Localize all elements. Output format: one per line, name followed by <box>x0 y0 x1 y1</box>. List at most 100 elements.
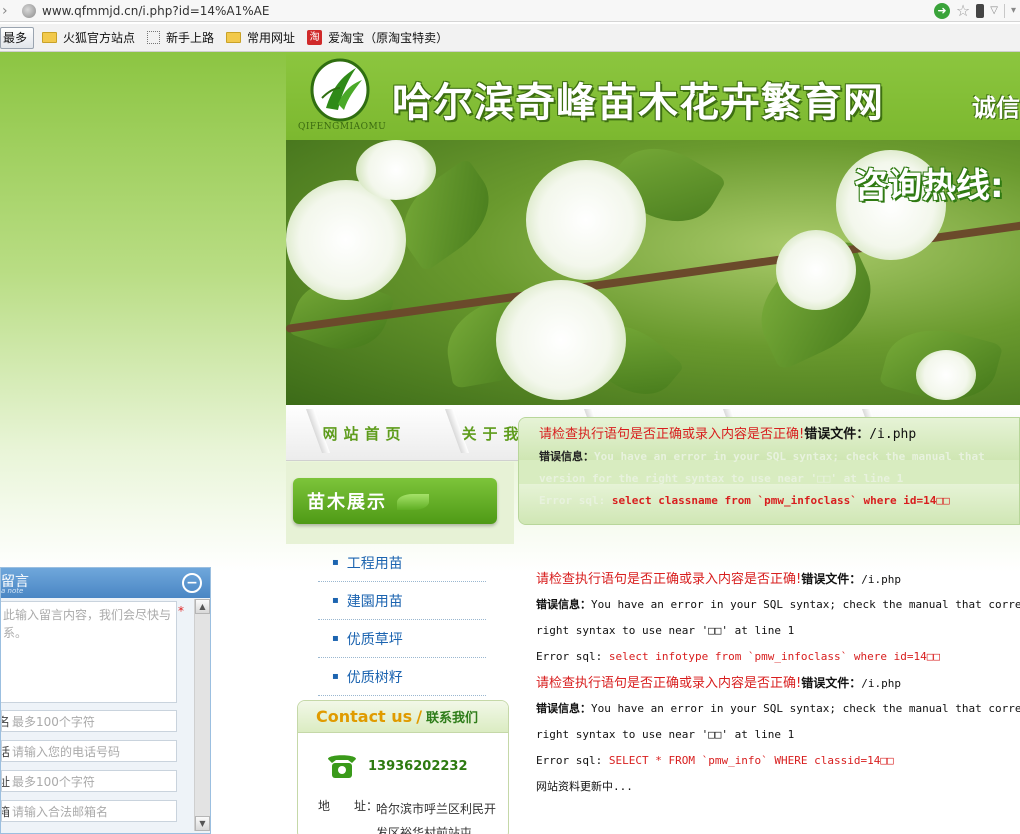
category-title: 苗木展示 <box>293 478 497 524</box>
bullet-icon: ▪ <box>332 633 339 644</box>
error-info-label: 错误信息： <box>536 598 591 611</box>
error-title: 请检查执行语句是否正确或录入内容是否正确!错误文件：/i.php <box>539 424 1019 446</box>
bullet-icon: ▪ <box>332 595 339 606</box>
error-info-cont: version for the right syntax to use near… <box>539 468 1019 490</box>
error-title: 请检查执行语句是否正确或录入内容是否正确!错误文件：/i.php <box>536 566 1020 592</box>
phone-device-icon[interactable] <box>976 3 985 18</box>
category-item[interactable]: ▪ 建園用苗 <box>318 582 486 620</box>
error-info-text: You have an error in your SQL syntax; ch… <box>591 702 1020 715</box>
error-file-label: 错误文件： <box>801 676 862 690</box>
error-title-text: 请检查执行语句是否正确或录入内容是否正确! <box>539 427 805 442</box>
error-sql: Error sql: select classname from `pmw_in… <box>539 490 1019 512</box>
error-sql-text: SELECT * FROM `pmw_info` WHERE classid=1… <box>608 754 894 767</box>
bookmark-label: 最多 <box>3 31 28 45</box>
chevron-down-icon[interactable]: ▾ <box>1011 5 1016 16</box>
field-label: 话 <box>2 744 10 759</box>
error-file: /i.php <box>869 427 917 442</box>
star-icon[interactable]: ☆ <box>956 1 970 20</box>
error-file-label: 错误文件： <box>804 427 870 442</box>
contact-title-cn: 联系我们 <box>426 711 479 726</box>
field-placeholder: 最多100个字符 <box>12 714 95 729</box>
bookmark-label: 常用网址 <box>247 31 296 45</box>
error-sql-text: select infotype from `pmw_infoclass` whe… <box>608 650 940 663</box>
error-info-text: You have an error in your SQL syntax; ch… <box>594 450 985 463</box>
category-title-text: 苗木展示 <box>307 492 387 513</box>
bookmark-label: 爱淘宝（原淘宝特卖） <box>328 31 449 45</box>
error-sql: Error sql: SELECT * FROM `pmw_info` WHER… <box>536 748 1020 774</box>
category-item[interactable]: ▪ 优质草坪 <box>318 620 486 658</box>
update-note: 网站资料更新中... <box>536 780 633 793</box>
error-info-text: You have an error in your SQL syntax; ch… <box>591 598 1020 611</box>
error-file: /i.php <box>861 573 901 586</box>
nav-home[interactable]: 网站首页 <box>286 405 425 461</box>
field-placeholder: 最多100个字符 <box>12 774 95 789</box>
category-panel: 苗木展示 <box>286 462 514 544</box>
error-info: 错误信息：You have an error in your SQL synta… <box>536 592 1020 618</box>
bookmark-most-visited[interactable]: 最多 <box>0 26 35 49</box>
taobao-icon: 淘 <box>307 30 323 45</box>
minimize-icon[interactable]: − <box>182 573 202 593</box>
globe-icon <box>22 3 36 18</box>
bookmark-label: 火狐官方站点 <box>63 31 136 45</box>
field-label: 名 <box>2 714 10 729</box>
contact-header: Contact us / 联系我们 <box>298 701 508 733</box>
bookmark-firefox-official[interactable]: 火狐官方站点 <box>38 27 139 49</box>
folder-icon <box>226 32 242 43</box>
error-file: /i.php <box>861 677 901 690</box>
name-field[interactable]: 名 最多100个字符 <box>1 710 177 732</box>
error-sql-label: Error sql: <box>536 754 609 767</box>
scroll-up-icon[interactable]: ▲ <box>195 599 210 614</box>
bookmark-getting-started[interactable]: 新手上路 <box>143 27 218 49</box>
scroll-down-icon[interactable]: ▼ <box>195 816 210 831</box>
error-info-text: right syntax to use near '□□' at line 1 <box>536 624 795 637</box>
scrollbar[interactable]: ▲ ▼ <box>194 599 210 831</box>
leaf-logo-icon[interactable] <box>308 58 372 122</box>
url-text[interactable]: www.qfmmjd.cn/i.php?id=14%A1%AE <box>42 4 934 18</box>
bookmark-ai-taobao[interactable]: 淘 爱淘宝（原淘宝特卖） <box>303 27 452 49</box>
web-page: QIFENGMIAOMU 哈尔滨奇峰苗木花卉繁育网 诚信 咨询热线: 网站首页 … <box>0 52 1020 834</box>
go-icon[interactable]: ➜ <box>933 2 950 19</box>
error-info-cont: right syntax to use near '□□' at line 1 <box>536 722 1020 748</box>
chevron-down-icon[interactable]: ▽ <box>990 5 998 16</box>
error-info-text: right syntax to use near '□□' at line 1 <box>536 728 795 741</box>
bullet-icon: ▪ <box>332 557 339 568</box>
bookmark-label: 新手上路 <box>166 31 215 45</box>
category-link[interactable]: 优质树籽 <box>347 667 403 687</box>
error-info-label: 错误信息： <box>539 450 594 463</box>
url-bar[interactable]: › www.qfmmjd.cn/i.php?id=14%A1%AE ➜ ☆ ▽ … <box>0 0 1020 22</box>
phone-field[interactable]: 话 请输入您的电话号码 <box>1 740 177 762</box>
error-title: 请检查执行语句是否正确或录入内容是否正确!错误文件：/i.php <box>536 670 1020 696</box>
contact-slash: / <box>416 707 423 726</box>
bullet-icon: ▪ <box>332 671 339 682</box>
chevron-right-icon[interactable]: › <box>0 0 12 22</box>
field-placeholder: 请输入合法邮箱名 <box>12 804 109 819</box>
message-widget-header: 留言 a note − <box>1 568 210 598</box>
error-title-text: 请检查执行语句是否正确或录入内容是否正确! <box>536 676 802 691</box>
error-sql-label: Error sql: <box>539 494 612 507</box>
category-link[interactable]: 工程用苗 <box>347 553 403 573</box>
address-field[interactable]: 址 最多100个字符 <box>1 770 177 792</box>
required-mark: * <box>178 604 184 618</box>
error-sql-text: select classname from `pmw_infoclass` wh… <box>611 494 950 507</box>
category-link[interactable]: 建園用苗 <box>347 591 403 611</box>
address-text: 哈尔滨市呼兰区利民开发区裕华村前站屯 <box>376 802 497 834</box>
address-label: 地 址： <box>318 799 379 813</box>
site-header: QIFENGMIAOMU 哈尔滨奇峰苗木花卉繁育网 诚信 <box>286 52 1020 140</box>
telephone-icon <box>328 755 356 778</box>
site-slogan: 诚信 <box>972 94 1020 122</box>
category-link[interactable]: 优质草坪 <box>347 629 403 649</box>
bookmarks-bar: 最多 火狐官方站点 新手上路 常用网址 淘 爱淘宝（原淘宝特卖） <box>0 24 1020 52</box>
category-item[interactable]: ▪ 工程用苗 <box>318 544 486 582</box>
message-content-textarea[interactable]: 此输入留言内容，我们会尽快与系。 <box>1 601 177 703</box>
banner-image: 咨询热线: <box>286 140 1020 405</box>
divider <box>1003 3 1005 18</box>
error-info-text: version for the right syntax to use near… <box>539 472 904 485</box>
bookmark-common-sites[interactable]: 常用网址 <box>222 27 299 49</box>
email-field[interactable]: 箱 请输入合法邮箱名 <box>1 800 177 822</box>
contact-phone: 13936202232 <box>368 759 468 774</box>
category-item[interactable]: ▪ 优质树籽 <box>318 658 486 696</box>
message-widget: 留言 a note − 此输入留言内容，我们会尽快与系。 * ▲ ▼ 名 最多1… <box>0 567 211 834</box>
contact-title-en: Contact us <box>316 707 413 726</box>
field-label: 址 <box>2 774 10 789</box>
error-sql: Error sql: select infotype from `pmw_inf… <box>536 644 1020 670</box>
